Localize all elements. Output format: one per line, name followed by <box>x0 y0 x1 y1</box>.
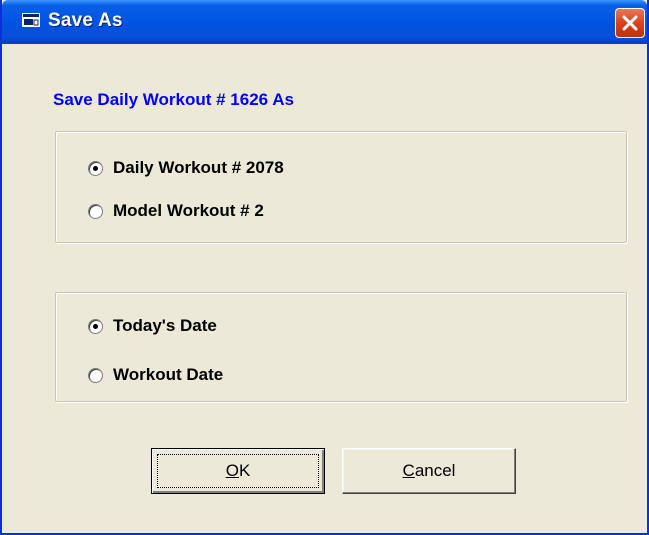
radio-label: Workout Date <box>113 365 224 384</box>
radio-model-workout[interactable]: Model Workout # 2 <box>88 200 264 222</box>
radio-daily-workout[interactable]: Daily Workout # 2078 <box>88 157 284 179</box>
radio-label: Today's Date <box>113 316 217 335</box>
cancel-accelerator: C <box>402 461 415 480</box>
radio-label: Daily Workout # 2078 <box>113 158 284 177</box>
close-x-icon <box>622 15 638 31</box>
focus-rectangle <box>157 454 319 488</box>
date-choice-group: Today's Date Workout Date <box>55 292 627 402</box>
radio-button-unchecked[interactable] <box>88 367 103 383</box>
radio-button-checked[interactable] <box>88 160 103 176</box>
title-bar[interactable]: Save As <box>2 0 647 44</box>
save-as-dialog: Save As Save Daily Workout # 1626 As Dai… <box>0 0 649 535</box>
radio-label: Model Workout # 2 <box>113 201 264 220</box>
dialog-heading: Save Daily Workout # 1626 As <box>53 90 294 109</box>
radio-todays-date[interactable]: Today's Date <box>88 315 217 337</box>
window-title: Save As <box>48 10 123 31</box>
workout-type-group: Daily Workout # 2078 Model Workout # 2 <box>55 131 627 243</box>
window-app-icon <box>22 13 40 27</box>
radio-workout-date[interactable]: Workout Date <box>88 364 223 386</box>
radio-button-unchecked[interactable] <box>88 203 103 219</box>
cancel-label-rest: ancel <box>414 461 456 480</box>
ok-button[interactable]: OK <box>151 448 325 494</box>
radio-button-checked[interactable] <box>88 318 103 334</box>
cancel-button[interactable]: Cancel <box>342 448 516 494</box>
close-button[interactable] <box>615 8 645 38</box>
